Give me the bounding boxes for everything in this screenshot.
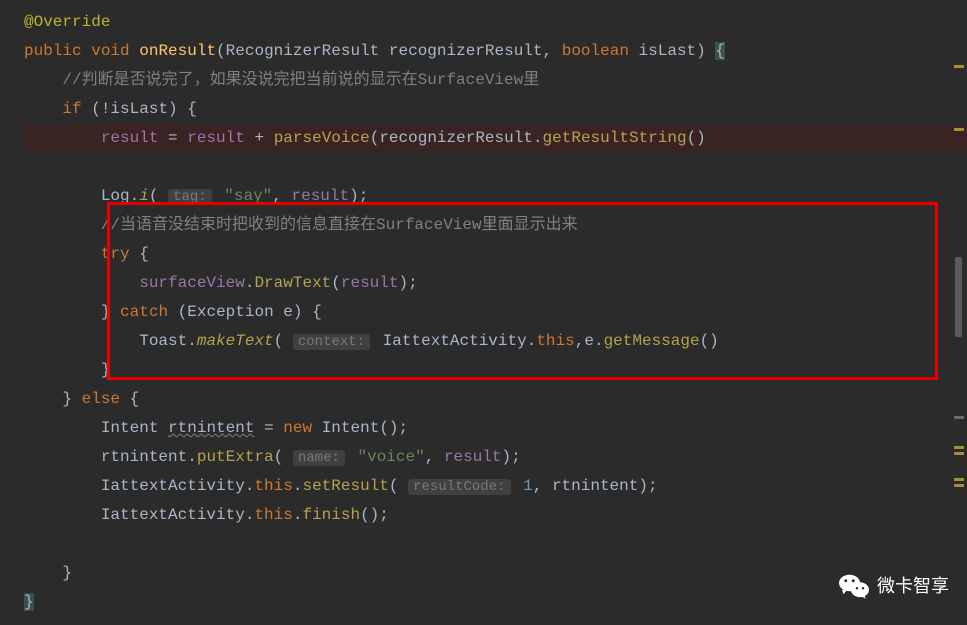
code-editor[interactable]: @Override public void onResult(Recognize… (0, 0, 967, 625)
scrollbar-mark (954, 484, 964, 487)
watermark: 微卡智享 (839, 570, 949, 602)
wechat-icon (839, 573, 869, 599)
scrollbar-mark (954, 478, 964, 481)
param-hint-name: name: (293, 450, 345, 466)
code-line[interactable]: Log.i( tag: "say", result); (24, 182, 967, 211)
code-line[interactable]: //判断是否说完了，如果没说完把当前说的显示在SurfaceView里 (24, 66, 967, 95)
code-line[interactable]: Intent rtnintent = new Intent(); (24, 414, 967, 443)
scrollbar-thumb[interactable] (955, 257, 962, 337)
code-line[interactable]: } (24, 356, 967, 385)
param-hint-tag: tag: (168, 189, 212, 205)
scrollbar-track[interactable] (953, 0, 965, 614)
code-line[interactable]: public void onResult(RecognizerResult re… (24, 37, 967, 66)
code-line[interactable]: if (!isLast) { (24, 95, 967, 124)
comment: //当语音没结束时把收到的信息直接在SurfaceView里面显示出来 (101, 216, 578, 234)
scrollbar-mark (954, 416, 964, 419)
code-line[interactable]: } else { (24, 385, 967, 414)
scrollbar-mark (954, 128, 964, 131)
code-line[interactable]: IattextActivity.this.finish(); (24, 501, 967, 530)
scrollbar-mark (954, 452, 964, 455)
annotation: @Override (24, 13, 110, 31)
code-line[interactable]: rtnintent.putExtra( name: "voice", resul… (24, 443, 967, 472)
watermark-text: 微卡智享 (877, 570, 949, 602)
code-line[interactable]: } (24, 588, 967, 617)
code-line[interactable]: surfaceView.DrawText(result); (24, 269, 967, 298)
code-line[interactable]: } catch (Exception e) { (24, 298, 967, 327)
param-hint-resultcode: resultCode: (408, 479, 510, 495)
code-line[interactable]: } (24, 559, 967, 588)
comment: //判断是否说完了，如果没说完把当前说的显示在SurfaceView里 (62, 71, 539, 89)
code-line[interactable] (24, 530, 967, 559)
scrollbar-mark (954, 65, 964, 68)
code-line[interactable]: try { (24, 240, 967, 269)
code-line[interactable]: Toast.makeText( context: IattextActivity… (24, 327, 967, 356)
code-line[interactable]: @Override (24, 8, 967, 37)
code-line[interactable] (24, 153, 967, 182)
code-line[interactable]: //当语音没结束时把收到的信息直接在SurfaceView里面显示出来 (24, 211, 967, 240)
param-hint-context: context: (293, 334, 370, 350)
code-line[interactable]: IattextActivity.this.setResult( resultCo… (24, 472, 967, 501)
scrollbar-mark (954, 446, 964, 449)
code-line[interactable]: result = result + parseVoice(recognizerR… (24, 124, 967, 153)
